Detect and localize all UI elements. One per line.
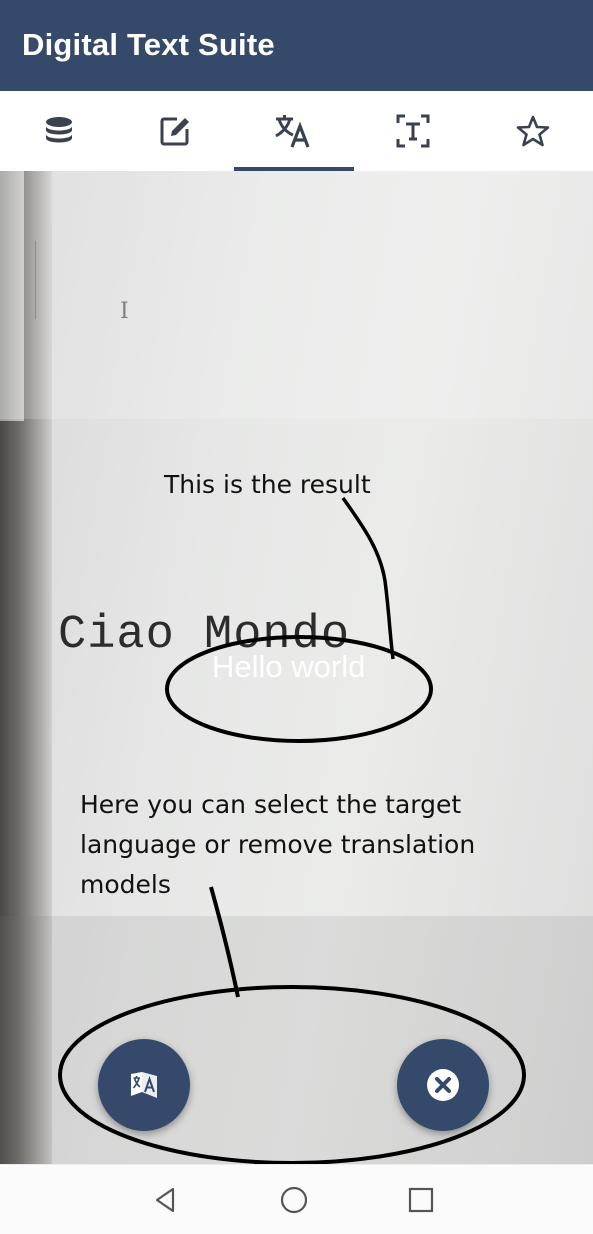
translated-text: Hello world: [212, 649, 366, 684]
nav-recents-button[interactable]: [381, 1165, 461, 1234]
scan-area-shade-top: [0, 171, 593, 419]
annotation-help-line: Here you can select the target: [80, 790, 462, 819]
language-translate-icon: [131, 1072, 157, 1098]
camera-ibeam-glyph: I: [120, 299, 129, 324]
text-scan-icon: [396, 114, 430, 148]
scan-area-shade-bottom: [0, 916, 593, 1164]
remove-models-button[interactable]: [397, 1039, 489, 1131]
annotation-help-line: models: [80, 870, 171, 899]
app-bar: Digital Text Suite: [0, 0, 593, 91]
annotation-arrow-result: [341, 496, 395, 660]
camera-preview[interactable]: I Ciao Mondo Hello world This is the res…: [0, 171, 593, 1164]
star-icon: [516, 115, 550, 147]
edit-icon: [160, 117, 189, 146]
tab-text-scan[interactable]: [354, 91, 472, 171]
translate-icon: [275, 115, 310, 148]
tab-database[interactable]: [0, 91, 118, 171]
close-circle-icon: [427, 1069, 459, 1101]
home-circle-icon: [280, 1186, 308, 1213]
annotation-help-line: language or remove translation: [80, 830, 476, 859]
select-language-button[interactable]: [98, 1039, 190, 1131]
back-triangle-icon: [155, 1187, 175, 1212]
nav-home-button[interactable]: [254, 1165, 334, 1234]
app-title: Digital Text Suite: [22, 27, 275, 62]
nav-back-button[interactable]: [126, 1165, 206, 1234]
recents-square-icon: [408, 1187, 434, 1212]
database-icon: [46, 117, 72, 143]
tab-favorites[interactable]: [474, 91, 592, 171]
tab-edit[interactable]: [116, 91, 234, 171]
annotation-result: This is the result: [164, 470, 371, 499]
camera-cursor-line: [35, 241, 36, 319]
system-nav-bar: [0, 1164, 593, 1234]
tab-translate[interactable]: [234, 91, 352, 171]
annotation-help: Here you can select the target language …: [80, 785, 550, 905]
tab-bar: [0, 91, 593, 172]
